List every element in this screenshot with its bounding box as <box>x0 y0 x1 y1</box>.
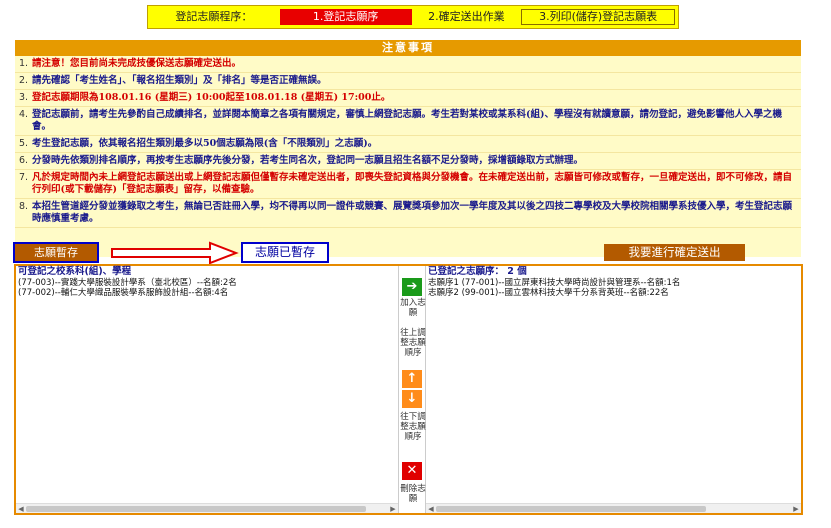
available-list[interactable]: (77-003)--實踐大學服裝設計學系（臺北校區）--名額:2名 (77-00… <box>16 278 398 298</box>
available-list-panel: 可登記之校系科(組)、學程 (77-003)--實踐大學服裝設計學系（臺北校區）… <box>16 266 398 513</box>
scroll-left-icon[interactable]: ◀ <box>16 504 26 514</box>
scrollbar-thumb[interactable] <box>436 506 706 512</box>
step-bar-label: 登記志願程序： <box>175 10 253 23</box>
registered-list[interactable]: 志願序1 (77-001)--國立屏東科技大學時尚設計與管理系--名額:1名 志… <box>426 278 801 298</box>
notice-item: 7. 凡於規定時間內未上網登記志願送出或上網登記志願但僅暫存未確定送出者，即喪失登… <box>15 170 801 199</box>
horizontal-scrollbar[interactable]: ◀ ▶ <box>426 503 801 513</box>
arrow-right-icon <box>111 241 239 265</box>
notice-item: 4. 登記志願前，請考生先參酌自己成績排名，並詳閱本簡章之各項有關規定，審慎上網登… <box>15 107 801 136</box>
available-list-title: 可登記之校系科(組)、學程 <box>18 266 132 277</box>
scroll-right-icon[interactable]: ▶ <box>388 504 398 514</box>
saved-status-label: 志願已暫存 <box>241 242 329 263</box>
move-up-label: 往上調整志願順序 <box>400 328 426 358</box>
notice-item: 3. 登記志願期限為108.01.16 (星期三) 10:00起至108.01.1… <box>15 90 801 107</box>
notice-item: 1. 請注意！您目前尚未完成技優保送志願確定送出。 <box>15 56 801 73</box>
notice-title: 注意事項 <box>15 40 801 56</box>
list-item[interactable]: 志願序1 (77-001)--國立屏東科技大學時尚設計與管理系--名額:1名 <box>428 278 801 288</box>
registered-list-title: 已登記之志願序： 2 個 <box>428 266 527 277</box>
step-1-register-order[interactable]: 1.登記志願序 <box>279 9 412 25</box>
step-2-confirm-submit[interactable]: 2.確定送出作業 <box>415 9 519 25</box>
save-draft-button[interactable]: 志願暫存 <box>13 242 99 263</box>
selection-frame: 可登記之校系科(組)、學程 (77-003)--實踐大學服裝設計學系（臺北校區）… <box>14 264 803 515</box>
notice-list: 1. 請注意！您目前尚未完成技優保送志願確定送出。 2. 請先確認「考生姓名」、「報… <box>15 56 801 228</box>
list-item[interactable]: 志願序2 (99-001)--國立雲林科技大學千分系背英班--名額:22名 <box>428 288 801 298</box>
step-3-print-form[interactable]: 3.列印(儲存)登記志願表 <box>521 9 675 25</box>
notice-item: 6. 分發時先依類別排名順序，再按考生志願序先後分發，若考生同名次，登記同一志願且… <box>15 153 801 170</box>
delete-choice-button[interactable]: ✕ <box>402 462 422 480</box>
delete-choice-label: 刪除志願 <box>400 484 426 504</box>
scrollbar-thumb[interactable] <box>26 506 366 512</box>
notice-panel: 注意事項 1. 請注意！您目前尚未完成技優保送志願確定送出。 2. 請先確認「考生姓… <box>15 40 801 257</box>
add-choice-button[interactable]: ➔ <box>402 278 422 296</box>
step-bar: 登記志願程序： 1.登記志願序 2.確定送出作業 3.列印(儲存)登記志願表 <box>147 5 679 29</box>
action-column: ➔ 加入志願 往上調整志願順序 ↑ ↓ 往下調整志願順序 ✕ 刪除志願 <box>398 266 426 513</box>
scroll-left-icon[interactable]: ◀ <box>426 504 436 514</box>
scroll-right-icon[interactable]: ▶ <box>791 504 801 514</box>
list-item[interactable]: (77-002)--輔仁大學織品服裝學系服飾設計組--名額:4名 <box>18 288 398 298</box>
move-down-button[interactable]: ↓ <box>402 390 422 408</box>
registered-list-panel: 已登記之志願序： 2 個 志願序1 (77-001)--國立屏東科技大學時尚設計… <box>426 266 801 513</box>
move-down-label: 往下調整志願順序 <box>400 412 426 442</box>
move-up-button[interactable]: ↑ <box>402 370 422 388</box>
add-choice-label: 加入志願 <box>400 298 426 318</box>
confirm-submit-button[interactable]: 我要進行確定送出 <box>604 244 745 261</box>
list-item[interactable]: (77-003)--實踐大學服裝設計學系（臺北校區）--名額:2名 <box>18 278 398 288</box>
notice-item: 5. 考生登記志願，依其報名招生類別最多以50個志願為限(含「不限類別」之志願)。 <box>15 136 801 153</box>
horizontal-scrollbar[interactable]: ◀ ▶ <box>16 503 398 513</box>
notice-item: 2. 請先確認「考生姓名」、「報名招生類別」及「排名」等是否正確無誤。 <box>15 73 801 90</box>
notice-item: 8. 本招生管道經分發並獲錄取之考生，無論已否註冊入學，均不得再以同一證件或競賽、… <box>15 199 801 228</box>
